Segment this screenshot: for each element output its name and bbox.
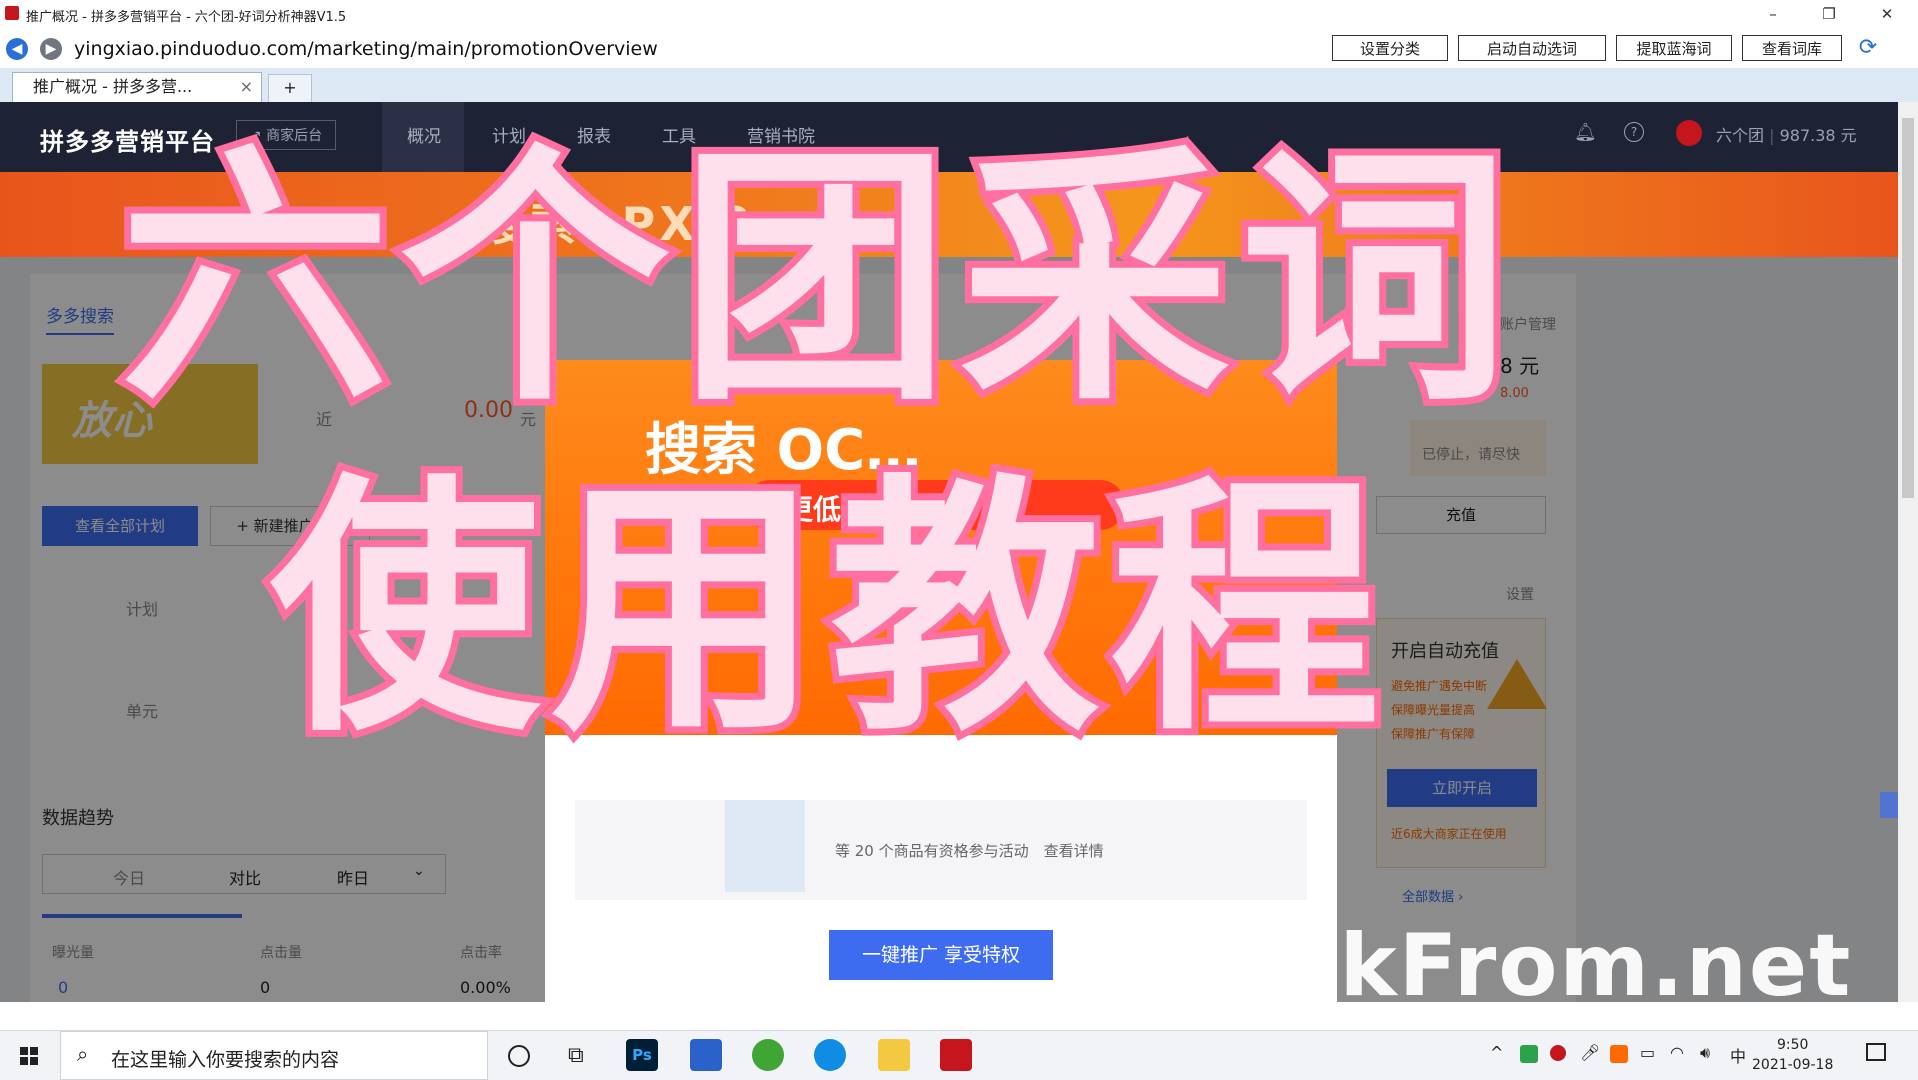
search-icon: ⌕ [77,1042,89,1066]
scrollbar-thumb[interactable] [1902,118,1914,498]
set-category-button[interactable]: 设置分类 [1332,35,1448,61]
modal-product-text: 等 20 个商品有资格参与活动 查看详情 [835,842,1104,860]
window-title: 推广概况 - 拼多多营销平台 - 六个团-好词分析神器V1.5 [26,10,347,25]
task-view-icon[interactable]: ⧉ [568,1043,584,1068]
close-window-button[interactable]: ✕ [1864,0,1910,28]
volume-icon[interactable]: 🔊︎ [1700,1043,1710,1063]
network-app-icon[interactable] [690,1039,722,1071]
microphone-icon[interactable]: 🎤︎ [1580,1043,1600,1062]
tab-strip: 推广概况 - 拼多多营... × + [0,68,1918,103]
clock-date: 2021-09-18 [1752,1057,1834,1073]
windows-taskbar: ⌕ 在这里输入你要搜索的内容 ⧉ Ps ^ 🎤︎ ▭ ◠ 🔊︎ 中 9:50 2… [0,1030,1918,1080]
product-thumbnail [725,800,805,892]
extract-blue-ocean-button[interactable]: 提取蓝海词 [1616,35,1732,61]
overlay-caption-line1: 六个团采词 [113,122,1520,437]
side-float-tab[interactable] [1880,792,1898,818]
close-tab-icon[interactable]: × [240,73,253,101]
notification-icon[interactable] [1866,1043,1886,1061]
tray-app-icon[interactable] [1520,1045,1538,1063]
wifi-icon[interactable]: ◠ [1670,1043,1684,1062]
edge-icon[interactable] [814,1039,846,1071]
taskbar-search[interactable]: ⌕ 在这里输入你要搜索的内容 [60,1031,488,1080]
view-wordbank-button[interactable]: 查看词库 [1742,35,1842,61]
user-name: 六个团 [1716,126,1765,145]
windows-logo-icon [20,1057,28,1065]
user-info: 六个团 | 987.38 元 [1716,126,1857,145]
url-field[interactable]: yingxiao.pinduoduo.com/marketing/main/pr… [74,38,658,60]
start-button[interactable] [0,1031,60,1080]
tray-orange-app-icon[interactable] [1610,1045,1628,1063]
forward-icon[interactable]: ▶ [40,38,62,60]
windows-logo-icon [30,1047,38,1055]
ime-indicator[interactable]: 中 [1730,1043,1746,1067]
one-click-promote-button[interactable]: 一键推广 享受特权 [829,930,1053,980]
back-icon[interactable]: ◀ [6,38,28,60]
tray-record-icon[interactable] [1550,1045,1566,1061]
auto-select-words-button[interactable]: 启动自动选词 [1458,35,1606,61]
window-title-bar: 推广概况 - 拼多多营销平台 - 六个团-好词分析神器V1.5 – ❐ ✕ [0,0,1918,28]
windows-logo-icon [30,1057,38,1065]
windows-logo-icon [20,1047,28,1055]
app-icon [5,6,19,20]
overlay-caption-line2: 使用教程 [263,452,1390,767]
modal-product-row: 等 20 个商品有资格参与活动 查看详情 [575,800,1307,900]
tray-chevron-up-icon[interactable]: ^ [1490,1043,1503,1062]
bell-icon[interactable]: 🔔︎ [1574,122,1597,143]
clock-time: 9:50 [1776,1037,1809,1053]
new-tab-button[interactable]: + [268,74,312,102]
tab-promotion-overview[interactable]: 推广概况 - 拼多多营... × [12,72,262,102]
help-icon[interactable]: ? [1624,122,1644,142]
ie-browser-icon[interactable] [752,1039,784,1071]
battery-icon[interactable]: ▭ [1640,1043,1655,1062]
account-balance: 987.38 元 [1779,126,1857,145]
refresh-icon[interactable]: ⟳ [1856,36,1880,60]
file-explorer-icon[interactable] [878,1039,910,1071]
cortana-icon[interactable] [508,1045,530,1067]
tab-label: 推广概况 - 拼多多营... [33,77,193,96]
restore-button[interactable]: ❐ [1806,0,1852,28]
avatar[interactable] [1676,120,1702,146]
photoshop-icon[interactable]: Ps [626,1039,658,1071]
pinduoduo-app-icon[interactable] [940,1039,972,1071]
minimize-button[interactable]: – [1750,0,1796,28]
taskbar-search-placeholder: 在这里输入你要搜索的内容 [111,1049,340,1071]
watermark: PickFrom.net [1190,916,1853,1016]
taskbar-clock[interactable]: 9:50 2021-09-18 [1752,1035,1833,1075]
address-row: ◀ ▶ yingxiao.pinduoduo.com/marketing/mai… [0,28,1918,68]
